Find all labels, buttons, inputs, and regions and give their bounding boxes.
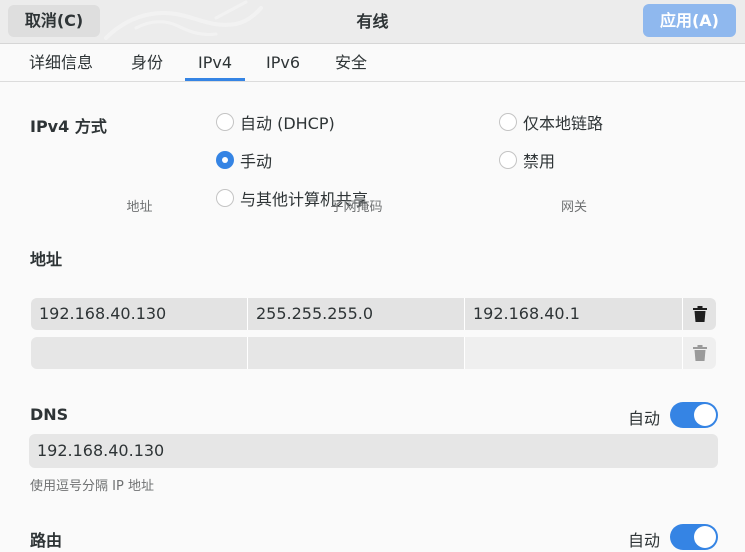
address-row	[31, 337, 716, 369]
trash-icon	[692, 306, 707, 322]
gateway-input[interactable]: 192.168.40.1	[465, 298, 683, 330]
radio-unchecked-icon	[216, 113, 234, 131]
column-header-netmask: 子网掩码	[330, 200, 383, 215]
apply-button[interactable]: 应用(A)	[643, 4, 736, 37]
tab-ipv6[interactable]: IPv6	[263, 44, 303, 81]
gateway-input[interactable]	[465, 337, 683, 369]
network-settings-window: 取消(C) 有线 应用(A) 详细信息 身份 IPv4 IPv6 安全 IPv4…	[0, 0, 745, 552]
tab-details[interactable]: 详细信息	[25, 44, 97, 81]
routes-title: 路由	[30, 531, 63, 550]
radio-unchecked-icon	[499, 151, 517, 169]
tab-security[interactable]: 安全	[333, 44, 369, 81]
dns-input[interactable]: 192.168.40.130	[29, 434, 718, 468]
radio-auto-dhcp[interactable]: 自动 (DHCP)	[216, 111, 335, 133]
netmask-input[interactable]	[248, 337, 465, 369]
netmask-input[interactable]: 255.255.255.0	[248, 298, 465, 330]
column-header-gateway: 网关	[560, 200, 587, 215]
routes-auto-toggle[interactable]	[670, 524, 718, 550]
radio-manual[interactable]: 手动	[216, 149, 272, 171]
addresses-title: 地址	[30, 250, 63, 269]
toggle-knob	[694, 404, 716, 426]
tab-identity[interactable]: 身份	[129, 44, 165, 81]
dns-title: DNS	[30, 405, 69, 424]
ipv4-settings-panel: IPv4 方式 自动 (DHCP) 仅本地链路 手动 禁用 与其他计算机共享 地…	[0, 82, 745, 552]
delete-address-button[interactable]	[683, 337, 716, 369]
dns-hint: 使用逗号分隔 IP 地址	[30, 479, 154, 494]
address-row: 192.168.40.130 255.255.255.0 192.168.40.…	[31, 298, 716, 330]
radio-link-local[interactable]: 仅本地链路	[499, 111, 603, 133]
radio-label: 禁用	[523, 152, 556, 171]
radio-unchecked-icon	[499, 113, 517, 131]
ipv4-method-title: IPv4 方式	[30, 117, 107, 136]
address-input[interactable]: 192.168.40.130	[31, 298, 248, 330]
toggle-knob	[694, 526, 716, 548]
radio-checked-icon	[216, 151, 234, 169]
dns-auto-label: 自动	[628, 409, 661, 428]
window-title: 有线	[356, 12, 389, 31]
tab-bar: 详细信息 身份 IPv4 IPv6 安全	[0, 44, 745, 82]
radio-label: 仅本地链路	[523, 114, 604, 133]
dns-auto-toggle[interactable]	[670, 402, 718, 428]
radio-disabled[interactable]: 禁用	[499, 149, 555, 171]
routes-auto-label: 自动	[628, 531, 661, 550]
column-header-address: 地址	[126, 200, 153, 215]
trash-icon	[692, 345, 707, 361]
radio-label: 手动	[240, 152, 273, 171]
address-input[interactable]	[31, 337, 248, 369]
tab-ipv4[interactable]: IPv4	[185, 44, 245, 81]
header-bar: 取消(C) 有线 应用(A)	[0, 0, 745, 44]
delete-address-button[interactable]	[683, 298, 716, 330]
radio-label: 自动 (DHCP)	[240, 114, 335, 133]
